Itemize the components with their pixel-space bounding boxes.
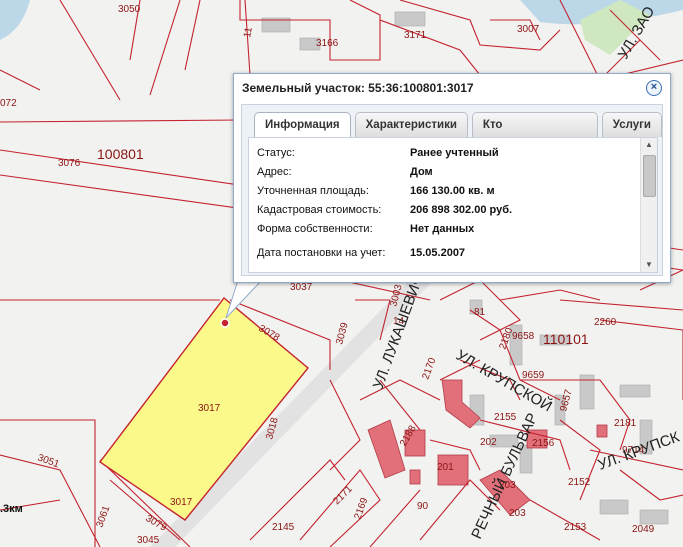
- close-icon[interactable]: ×: [646, 80, 662, 96]
- svg-text:110101: 110101: [543, 331, 589, 347]
- svg-text:3171: 3171: [404, 30, 427, 41]
- svg-text:2155: 2155: [494, 412, 517, 423]
- info-value: 206 898 302.00 руб.: [410, 204, 513, 216]
- info-key: Адрес:: [257, 166, 292, 178]
- svg-text:203: 203: [509, 508, 526, 519]
- svg-text:3037: 3037: [290, 282, 313, 293]
- info-key: Дата постановки на учет:: [257, 247, 386, 259]
- scroll-thumb[interactable]: [643, 155, 656, 197]
- info-key: Форма собственности:: [257, 223, 373, 235]
- map-scale-label: .3км: [0, 503, 23, 515]
- info-value: Дом: [410, 166, 433, 178]
- svg-text:2181: 2181: [614, 418, 637, 429]
- svg-text:3045: 3045: [137, 535, 160, 546]
- svg-text:072: 072: [0, 98, 17, 109]
- scroll-down-icon[interactable]: ▼: [641, 258, 657, 272]
- tab-characteristics[interactable]: Характеристики: [354, 112, 468, 137]
- tab-info[interactable]: Информация: [254, 112, 351, 138]
- info-value: Ранее учтенный: [410, 147, 499, 159]
- svg-text:3076: 3076: [58, 158, 81, 169]
- svg-text:2152: 2152: [568, 477, 591, 488]
- info-value: 15.05.2007: [410, 247, 466, 259]
- info-key: Кадастровая стоимость:: [257, 204, 382, 216]
- info-key: Статус:: [257, 147, 295, 159]
- svg-text:3050: 3050: [118, 4, 141, 15]
- info-panel: Статус: Ранее учтенный Адрес: Дом Уточне…: [248, 137, 658, 273]
- svg-text:3017: 3017: [198, 403, 221, 414]
- svg-text:201: 201: [437, 462, 454, 473]
- popup-title: Земельный участок: 55:36:100801:3017: [242, 81, 474, 95]
- svg-text:2145: 2145: [272, 522, 295, 533]
- svg-text:90: 90: [417, 501, 429, 512]
- svg-text:100801: 100801: [97, 146, 144, 162]
- svg-text:202: 202: [480, 437, 497, 448]
- svg-text:81: 81: [474, 307, 486, 318]
- svg-text:2260: 2260: [594, 317, 617, 328]
- tab-services[interactable]: Услуги: [601, 112, 662, 137]
- info-value: 166 130.00 кв. м: [410, 185, 495, 197]
- svg-text:3007: 3007: [517, 24, 540, 35]
- svg-text:9658: 9658: [512, 331, 535, 342]
- scroll-up-icon[interactable]: ▲: [641, 138, 657, 152]
- info-key: Уточненная площадь:: [257, 185, 369, 197]
- svg-text:3166: 3166: [316, 38, 339, 49]
- svg-text:2153: 2153: [564, 522, 587, 533]
- location-marker-icon: [220, 318, 230, 328]
- info-value: Нет данных: [410, 223, 475, 235]
- svg-text:9659: 9659: [522, 370, 545, 381]
- parcel-info-popup: Земельный участок: 55:36:100801:3017 × И…: [233, 73, 671, 283]
- svg-text:2049: 2049: [632, 524, 655, 535]
- popup-header: Земельный участок: 55:36:100801:3017 ×: [234, 74, 670, 102]
- svg-text:2156: 2156: [532, 438, 555, 449]
- scrollbar[interactable]: ▲ ▼: [640, 138, 657, 272]
- popup-body: Информация Характеристики Кто обслуживае…: [241, 104, 663, 276]
- svg-text:3017: 3017: [170, 497, 193, 508]
- tab-bar: Информация Характеристики Кто обслуживае…: [254, 112, 662, 155]
- tab-who-serves[interactable]: Кто обслуживает?: [471, 112, 598, 155]
